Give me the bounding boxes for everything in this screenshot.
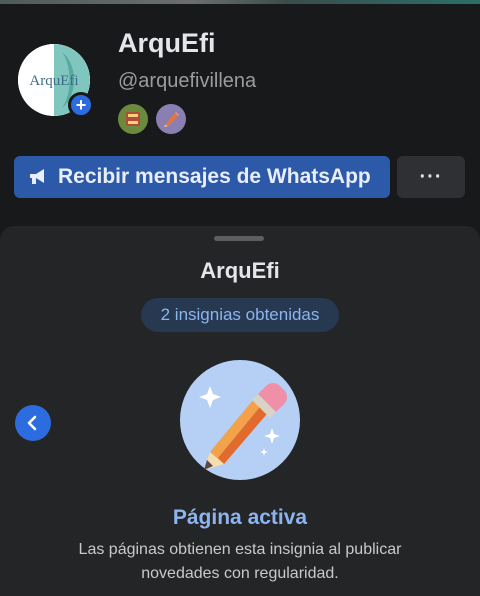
pencil-sparkle-icon xyxy=(199,383,287,470)
book-badge-icon xyxy=(126,112,140,126)
badge-description: Las páginas obtienen esta insignia al pu… xyxy=(78,541,402,582)
badge-count-pill: 2 insignias obtenidas xyxy=(141,298,339,332)
page-name: ArquEfi xyxy=(118,28,216,58)
previous-badge-button[interactable] xyxy=(15,405,51,441)
sheet-drag-handle[interactable] xyxy=(214,236,264,241)
whatsapp-button-label: Recibir mensajes de WhatsApp xyxy=(58,165,371,188)
plus-icon: + xyxy=(75,95,87,115)
badge-book[interactable] xyxy=(118,104,148,134)
badge-list xyxy=(118,104,186,134)
chevron-left-icon xyxy=(27,415,37,431)
page-screen: ArquEfi + ArquEfi @arquefivillena Recibi… xyxy=(0,0,480,596)
top-cover-strip xyxy=(0,0,480,4)
avatar-text: ArquEfi xyxy=(29,73,78,89)
avatar-container[interactable]: ArquEfi + xyxy=(18,44,94,118)
pencil-badge-icon xyxy=(164,112,179,127)
badge-pencil[interactable] xyxy=(156,104,186,134)
more-options-button[interactable]: ··· xyxy=(397,156,465,198)
badge-title: Página activa xyxy=(172,506,308,529)
more-dots-icon: ··· xyxy=(419,165,443,188)
badge-illustration xyxy=(180,360,300,480)
page-handle: @arquefivillena xyxy=(118,70,257,92)
add-photo-button[interactable]: + xyxy=(68,92,94,118)
whatsapp-messages-button[interactable]: Recibir mensajes de WhatsApp xyxy=(14,156,390,198)
megaphone-icon xyxy=(28,167,50,187)
sheet-title: ArquEfi xyxy=(200,258,280,283)
badge-bottom-sheet: ArquEfi 2 insignias obtenidas Página act… xyxy=(0,226,480,596)
